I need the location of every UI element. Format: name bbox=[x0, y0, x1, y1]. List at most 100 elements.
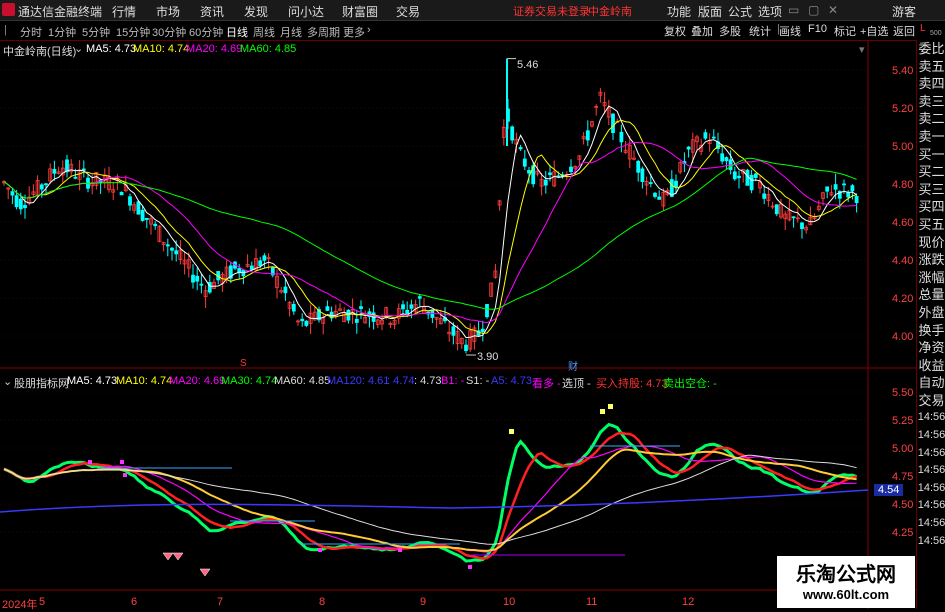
indicator-title[interactable]: 股朋指标网 bbox=[14, 375, 69, 391]
signal-marker bbox=[318, 548, 322, 552]
ma10-value: MA10: 4.74 bbox=[133, 43, 190, 55]
side-maisan[interactable]: 卖三 bbox=[917, 93, 945, 111]
candle-body bbox=[640, 168, 645, 182]
ma-line bbox=[3, 157, 857, 310]
candle-body bbox=[619, 131, 624, 143]
down-triangle-marker bbox=[199, 568, 211, 577]
side-jiaoyi[interactable]: 交易 bbox=[917, 392, 945, 410]
side-waipan[interactable]: 外盘 bbox=[917, 304, 945, 322]
sub-ma30-line bbox=[3, 448, 857, 552]
candle-body bbox=[842, 183, 846, 186]
candle-body bbox=[480, 328, 485, 332]
sub-ma120-line bbox=[0, 489, 869, 513]
candle-body bbox=[417, 296, 422, 299]
candle-body bbox=[44, 183, 48, 186]
month-label: 9 bbox=[420, 596, 427, 608]
candle-body bbox=[195, 275, 200, 282]
high-price-label: 5.46 bbox=[517, 59, 539, 71]
sub-tick: 4.75 bbox=[892, 471, 914, 483]
side-buy4[interactable]: 买四 bbox=[917, 198, 945, 216]
month-label: 8 bbox=[319, 596, 326, 608]
candle-body bbox=[140, 209, 145, 221]
candle-body bbox=[711, 136, 716, 139]
candle-body bbox=[585, 130, 590, 141]
candle-body bbox=[657, 196, 662, 200]
side-time: 14:56 bbox=[917, 411, 945, 424]
side-weibi[interactable]: 委比 bbox=[917, 40, 945, 58]
sub-xuanding: 选顶 - bbox=[562, 378, 591, 390]
month-label: 11 bbox=[586, 596, 598, 608]
side-jingzi[interactable]: 净资 bbox=[917, 339, 945, 357]
side-buy5[interactable]: 买五 bbox=[917, 216, 945, 234]
side-time: 14:56 bbox=[917, 481, 945, 494]
candle-body bbox=[18, 198, 23, 210]
candle-body bbox=[510, 126, 515, 141]
side-time: 14:56 bbox=[917, 446, 945, 459]
side-maier[interactable]: 卖二 bbox=[917, 110, 945, 128]
stock-title: 中金岭南(日线) bbox=[3, 46, 77, 58]
signal-marker bbox=[468, 565, 472, 569]
watermark-cn: 乐淘公式网 bbox=[796, 564, 896, 586]
sub-tick: 4.50 bbox=[892, 499, 914, 511]
candle-body bbox=[686, 146, 691, 150]
candle-body bbox=[300, 318, 305, 322]
candle-body bbox=[800, 222, 804, 230]
side-maiwu[interactable]: 卖五 bbox=[917, 58, 945, 76]
current-price-tag: 4.54 bbox=[874, 484, 904, 496]
side-zongliang[interactable]: 总量 bbox=[917, 286, 945, 304]
candle-body bbox=[165, 244, 170, 247]
side-buy3[interactable]: 买三 bbox=[917, 181, 945, 199]
price-tick: 5.20 bbox=[892, 103, 914, 115]
side-huanshou[interactable]: 换手 bbox=[917, 322, 945, 340]
side-time: 14:56 bbox=[917, 534, 945, 547]
side-buy1[interactable]: 买一 bbox=[917, 146, 945, 164]
candle-body bbox=[405, 309, 410, 315]
kline-chart[interactable] bbox=[0, 0, 945, 609]
signal-marker bbox=[123, 473, 127, 477]
side-zhangfu[interactable]: 涨幅 bbox=[917, 269, 945, 287]
candle-body bbox=[52, 169, 57, 174]
sub-ma10: MA10: 4.74 bbox=[116, 375, 173, 387]
year-label: 2024年 bbox=[2, 599, 38, 611]
minimize-panel-icon[interactable]: ▾ bbox=[859, 43, 865, 56]
price-tick: 4.60 bbox=[892, 217, 914, 229]
sub-chevron-icon[interactable]: ⌄ bbox=[3, 375, 12, 388]
candle-body bbox=[291, 303, 296, 312]
side-time: 14:56 bbox=[917, 517, 945, 530]
sub-ma20: MA20: 4.69 bbox=[169, 375, 226, 387]
candle-body bbox=[753, 173, 758, 178]
sub-v2: : 4.73 bbox=[414, 375, 442, 387]
side-shouyi[interactable]: 收益 bbox=[917, 357, 945, 375]
candle-body bbox=[737, 175, 741, 179]
sub-ma5-line bbox=[3, 422, 858, 563]
candle-body bbox=[674, 180, 678, 188]
candle-body bbox=[648, 182, 653, 184]
sub-ma60-line bbox=[3, 454, 857, 545]
down-triangle-marker bbox=[172, 552, 184, 561]
candle-body bbox=[485, 304, 489, 318]
candle-body bbox=[543, 179, 548, 186]
candle-body bbox=[262, 255, 267, 261]
side-buy2[interactable]: 买二 bbox=[917, 163, 945, 181]
side-xianjia[interactable]: 现价 bbox=[917, 234, 945, 252]
side-time: 14:56 bbox=[917, 464, 945, 477]
marker-cai: 财 bbox=[568, 362, 578, 373]
candle-body bbox=[249, 265, 254, 270]
side-maisi[interactable]: 卖四 bbox=[917, 75, 945, 93]
sub-tick: 5.50 bbox=[892, 387, 914, 399]
side-zhangdie[interactable]: 涨跌 bbox=[917, 251, 945, 269]
side-zidong[interactable]: 自动 bbox=[917, 374, 945, 392]
side-maiyi[interactable]: 卖一 bbox=[917, 128, 945, 146]
candle-body bbox=[258, 260, 263, 267]
candle-body bbox=[359, 306, 363, 309]
dropdown-icon[interactable]: ⌄ bbox=[74, 42, 83, 55]
marker-s: S bbox=[240, 358, 247, 369]
candle-body bbox=[825, 186, 830, 192]
candle-body bbox=[304, 320, 309, 326]
candle-body bbox=[774, 204, 779, 215]
candle-body bbox=[73, 176, 78, 179]
month-label: 6 bbox=[131, 596, 138, 608]
candle-body bbox=[703, 132, 708, 139]
ma5-value: MA5: 4.73 bbox=[86, 43, 137, 55]
candle-body bbox=[850, 185, 855, 192]
